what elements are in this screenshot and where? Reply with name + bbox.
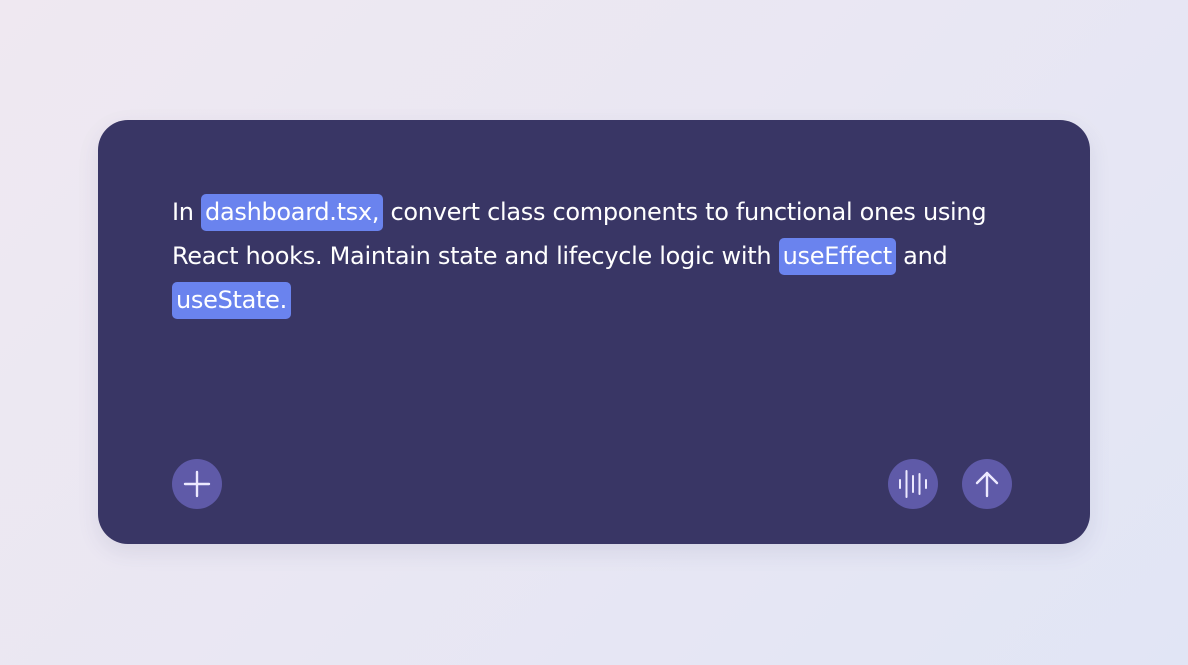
hook-reference-chip-useeffect[interactable]: useEffect (778, 238, 896, 275)
prompt-text: In (172, 198, 202, 226)
file-reference-chip[interactable]: dashboard.tsx, (201, 194, 384, 231)
arrow-up-icon (974, 470, 1000, 498)
prompt-composer: In dashboard.tsx, convert class componen… (98, 120, 1090, 544)
waveform-icon (898, 467, 928, 501)
prompt-input[interactable]: In dashboard.tsx, convert class componen… (172, 190, 1032, 322)
send-button[interactable] (962, 459, 1012, 509)
add-attachment-button[interactable] (172, 459, 222, 509)
plus-icon (183, 470, 211, 498)
voice-input-button[interactable] (888, 459, 938, 509)
prompt-text: and (895, 242, 948, 270)
hook-reference-chip-usestate[interactable]: useState. (172, 282, 291, 319)
